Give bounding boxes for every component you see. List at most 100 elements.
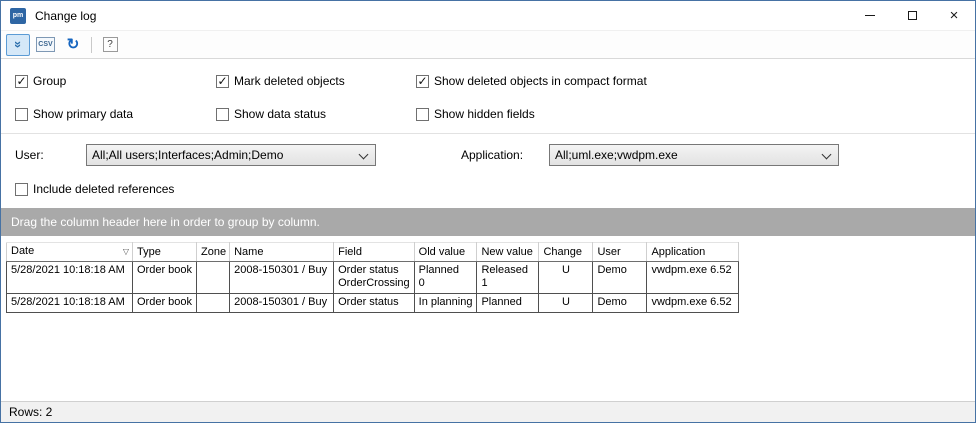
window-title: Change log	[35, 9, 96, 23]
cell-old-value: In planning	[414, 294, 477, 313]
checkbox-label: Show hidden fields	[434, 107, 535, 121]
change-log-window: pm Change log × » CSV ↻ ?	[0, 0, 976, 423]
checkbox-unchecked-icon	[216, 108, 229, 121]
application-combobox[interactable]: All;uml.exe;vwdpm.exe	[549, 144, 839, 166]
column-header-label: Type	[137, 246, 161, 258]
table-row[interactable]: 5/28/2021 10:18:18 AMOrder book 2008-1503…	[7, 294, 739, 313]
checkbox-unchecked-icon	[15, 183, 28, 196]
cell-application: vwdpm.exe 6.52	[647, 262, 739, 294]
grid-body: 5/28/2021 10:18:18 AMOrder book 2008-1503…	[7, 262, 739, 313]
column-header-user[interactable]: User	[593, 243, 647, 262]
cell-new-value: Planned	[477, 294, 539, 313]
column-header-label: New value	[481, 246, 532, 258]
cell-old-value: Planned 0	[414, 262, 477, 294]
column-header-old-value[interactable]: Old value	[414, 243, 477, 262]
cell-change: U	[539, 294, 593, 313]
column-header-label: Change	[543, 246, 582, 258]
sort-descending-icon: ▽	[123, 245, 129, 258]
checkbox-label: Include deleted references	[33, 182, 174, 196]
minimize-button[interactable]	[849, 1, 891, 30]
checkbox-label: Mark deleted objects	[234, 74, 345, 88]
table-row[interactable]: 5/28/2021 10:18:18 AMOrder book 2008-1503…	[7, 262, 739, 294]
csv-file-icon: CSV	[36, 37, 55, 52]
checkbox-label: Group	[33, 74, 66, 88]
column-header-label: Zone	[201, 246, 226, 258]
grid-area: ▽ Date Type Zone Name Field Old value New value…	[1, 236, 975, 401]
refresh-icon: ↻	[67, 37, 80, 52]
column-header-label: Field	[338, 246, 362, 258]
options-checkboxes: Group Mark deleted objects Show deleted ob…	[15, 71, 975, 124]
cell-field: Order status	[334, 294, 415, 313]
cell-application: vwdpm.exe 6.52	[647, 294, 739, 313]
help-button[interactable]: ?	[98, 34, 122, 56]
statusbar: Rows: 2	[1, 401, 975, 422]
toolbar: » CSV ↻ ?	[1, 31, 975, 59]
cell-date: 5/28/2021 10:18:18 AM	[7, 262, 133, 294]
column-header-label: Date	[11, 245, 34, 257]
column-header-date[interactable]: ▽ Date	[7, 243, 133, 262]
app-icon: pm	[10, 8, 26, 24]
group-by-band[interactable]: Drag the column header here in order to …	[1, 208, 975, 236]
user-label: User:	[15, 148, 86, 162]
checkbox-mark-deleted-objects[interactable]: Mark deleted objects	[216, 71, 416, 91]
cell-new-value: Released 1	[477, 262, 539, 294]
checkbox-checked-icon	[15, 75, 28, 88]
cell-name: 2008-150301 / Buy	[230, 262, 334, 294]
app-icon-text: pm	[13, 12, 24, 19]
application-combobox-value: All;uml.exe;vwdpm.exe	[555, 148, 678, 162]
checkbox-group[interactable]: Group	[15, 71, 216, 91]
maximize-button[interactable]	[891, 1, 933, 30]
cell-name: 2008-150301 / Buy	[230, 294, 334, 313]
cell-type: Order book	[133, 262, 197, 294]
column-header-field[interactable]: Field	[334, 243, 415, 262]
cell-user: Demo	[593, 294, 647, 313]
collapse-options-button[interactable]: »	[6, 34, 30, 56]
include-deleted-references-checkbox[interactable]: Include deleted references	[15, 179, 975, 199]
checkbox-checked-icon	[216, 75, 229, 88]
cell-zone	[197, 262, 230, 294]
cell-user: Demo	[593, 262, 647, 294]
user-combobox[interactable]: All;All users;Interfaces;Admin;Demo	[86, 144, 376, 166]
cell-field: Order status OrderCrossing	[334, 262, 415, 294]
checkbox-checked-icon	[416, 75, 429, 88]
close-icon: ×	[950, 8, 959, 23]
cell-date: 5/28/2021 10:18:18 AM	[7, 294, 133, 313]
column-header-type[interactable]: Type	[133, 243, 197, 262]
checkbox-show-deleted-objects-in-compact-format[interactable]: Show deleted objects in compact format	[416, 71, 975, 91]
options-panel: Group Mark deleted objects Show deleted ob…	[1, 59, 975, 134]
refresh-button[interactable]: ↻	[61, 34, 85, 56]
column-header-change[interactable]: Change	[539, 243, 593, 262]
close-button[interactable]: ×	[933, 1, 975, 30]
chevron-double-down-icon: »	[12, 38, 25, 51]
column-header-new-value[interactable]: New value	[477, 243, 539, 262]
checkbox-unchecked-icon	[416, 108, 429, 121]
cell-zone	[197, 294, 230, 313]
checkbox-show-hidden-fields[interactable]: Show hidden fields	[416, 104, 975, 124]
help-icon: ?	[103, 37, 118, 52]
cell-type: Order book	[133, 294, 197, 313]
filters-panel: User: All;All users;Interfaces;Admin;Dem…	[1, 134, 975, 208]
maximize-icon	[908, 11, 917, 20]
export-csv-button[interactable]: CSV	[33, 34, 58, 56]
application-label: Application:	[461, 148, 549, 162]
column-header-zone[interactable]: Zone	[197, 243, 230, 262]
column-header-name[interactable]: Name	[230, 243, 334, 262]
group-hint-text: Drag the column header here in order to …	[11, 215, 320, 229]
header-row: ▽ Date Type Zone Name Field Old value New value…	[7, 243, 739, 262]
chevron-down-icon	[822, 150, 832, 160]
toolbar-separator	[91, 37, 92, 53]
checkbox-label: Show deleted objects in compact format	[434, 74, 647, 88]
column-header-application[interactable]: Application	[647, 243, 739, 262]
change-log-table: ▽ Date Type Zone Name Field Old value New value…	[6, 242, 739, 313]
user-combobox-value: All;All users;Interfaces;Admin;Demo	[92, 148, 283, 162]
checkbox-unchecked-icon	[15, 108, 28, 121]
checkbox-label: Show data status	[234, 107, 326, 121]
rows-count: Rows: 2	[9, 405, 52, 419]
checkbox-show-data-status[interactable]: Show data status	[216, 104, 416, 124]
window-controls: ×	[849, 1, 975, 30]
column-header-label: User	[597, 246, 620, 258]
checkbox-label: Show primary data	[33, 107, 133, 121]
cell-change: U	[539, 262, 593, 294]
checkbox-show-primary-data[interactable]: Show primary data	[15, 104, 216, 124]
column-header-label: Old value	[419, 246, 465, 258]
